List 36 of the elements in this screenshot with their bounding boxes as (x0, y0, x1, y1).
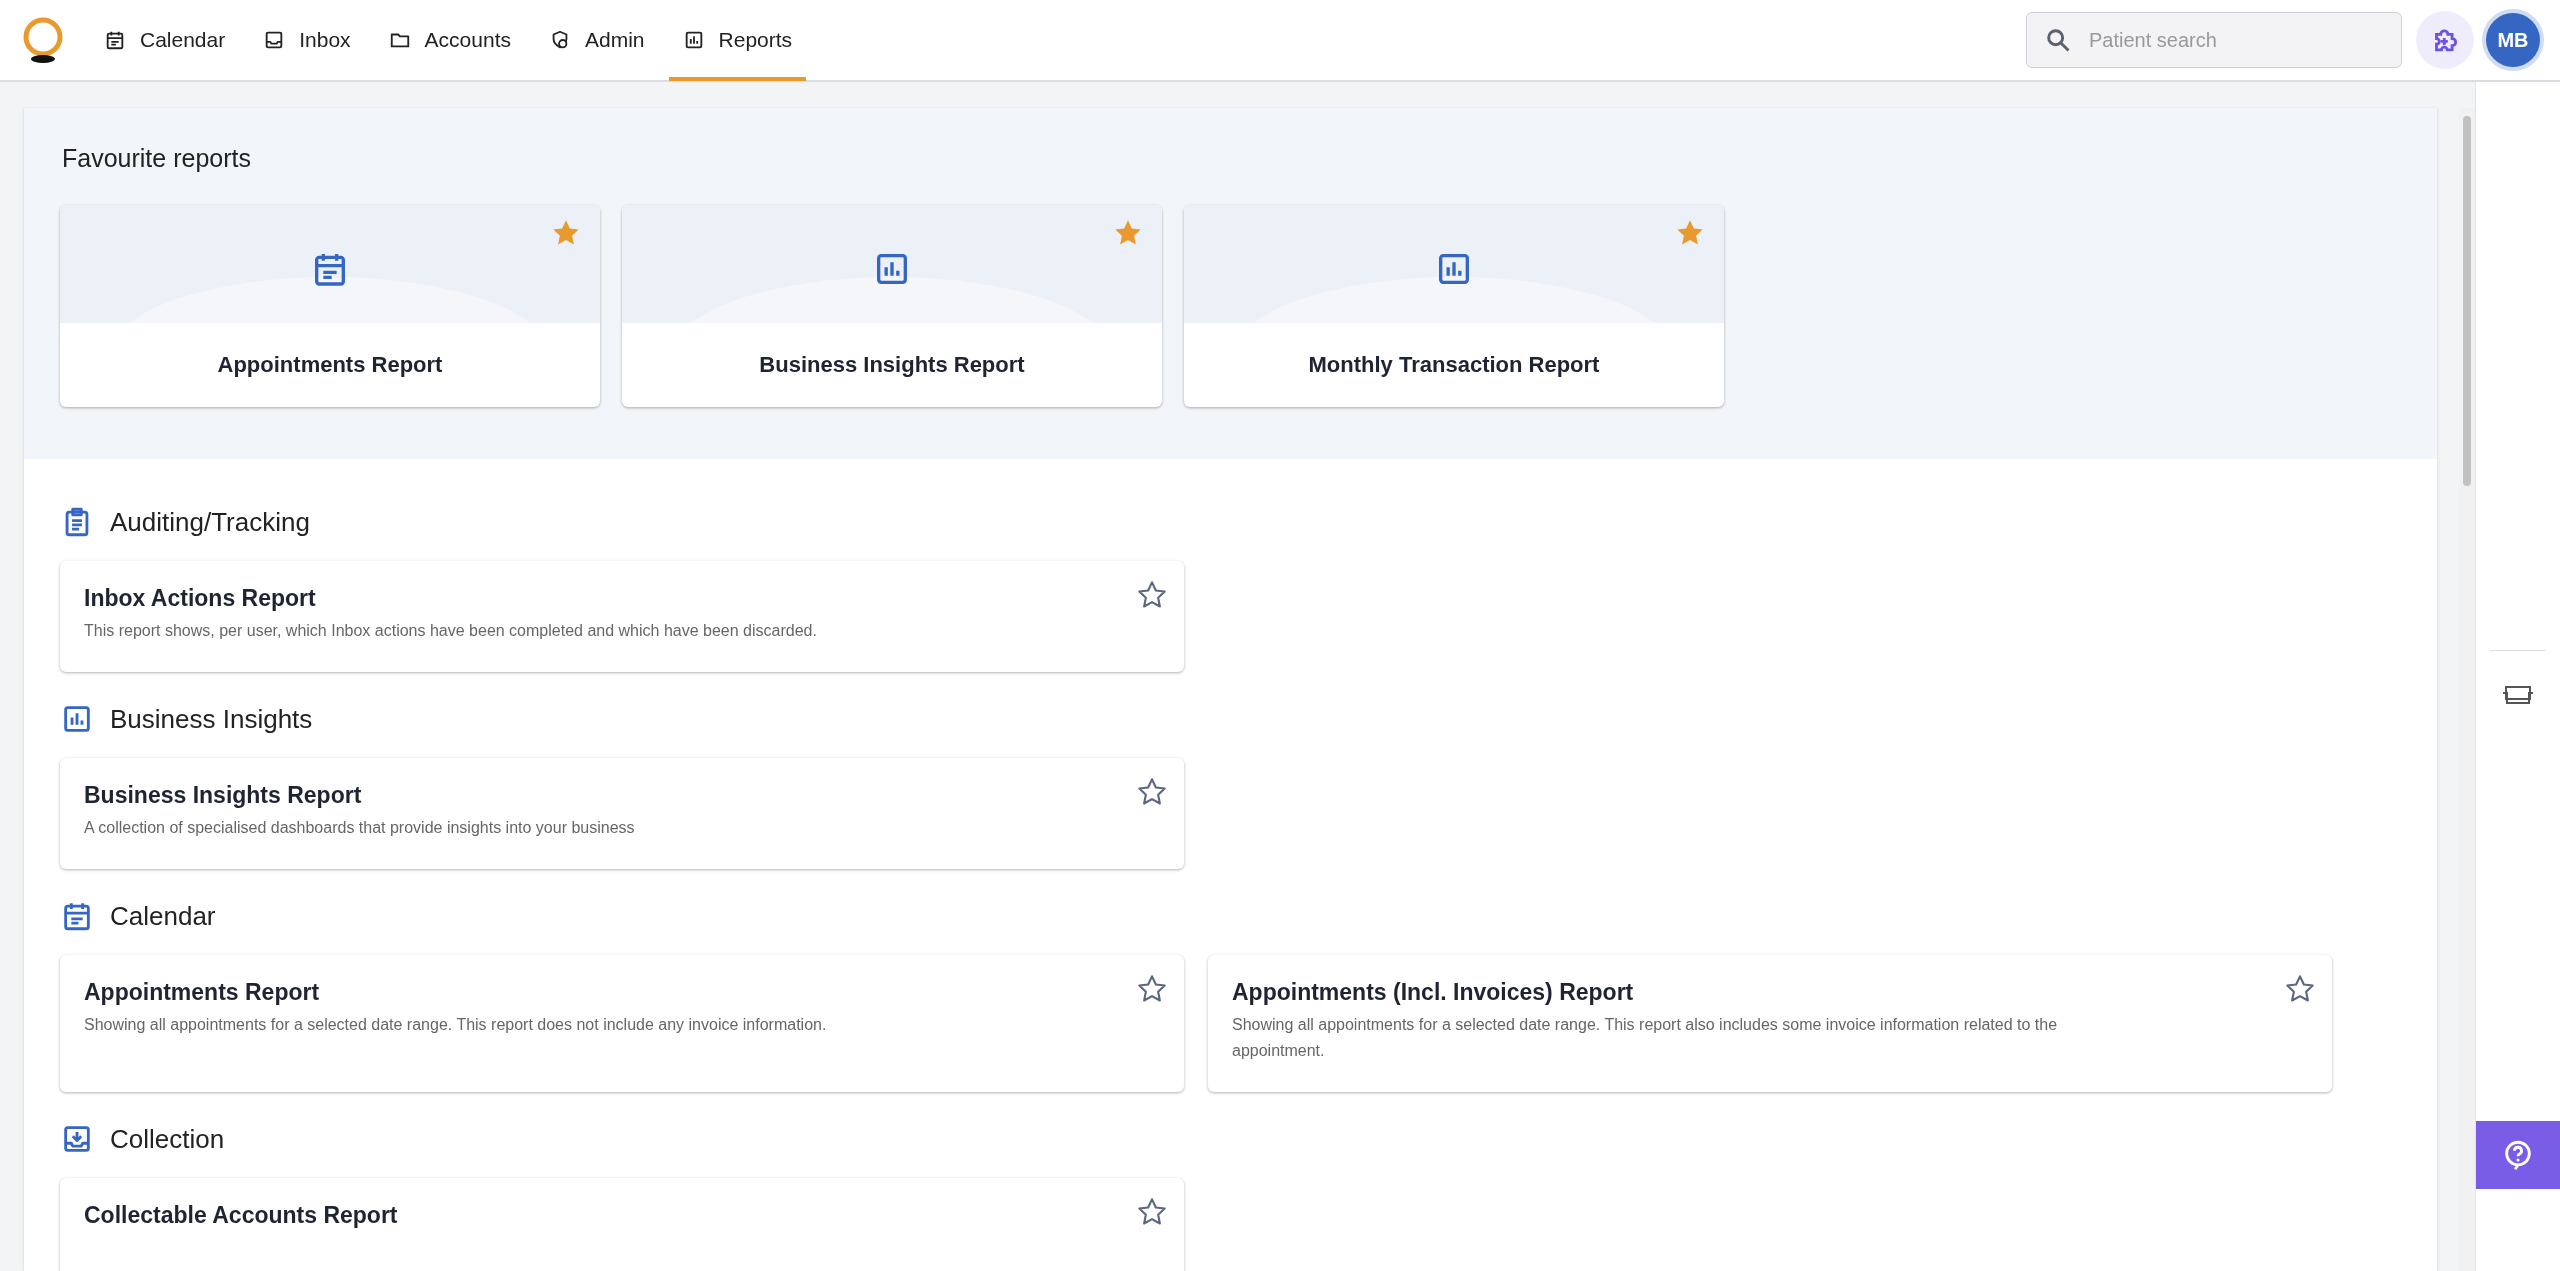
section-title: Business Insights (110, 703, 313, 735)
section-title: Auditing/Tracking (110, 506, 310, 538)
report-card[interactable]: Appointments (Incl. Invoices) Report Showing all appointments for a selected date range. This report also includes some invoice information related to the appointment. (1208, 955, 2332, 1092)
nav-tab[interactable]: Inbox (249, 0, 365, 81)
nav-tab[interactable]: Reports (668, 0, 807, 81)
scrollbar[interactable] (2459, 108, 2475, 1271)
nav-tab[interactable]: Calendar (90, 0, 240, 81)
report-card[interactable]: Business Insights Report A collection of specialised dashboards that provide insights into your business (60, 758, 1184, 869)
search-field[interactable]: Patient search (2026, 12, 2402, 68)
report-description: A collection of specialised dashboards that provide insights into your business (84, 818, 636, 838)
report-title: Appointments Report (84, 979, 321, 1006)
section-title: Collection (110, 1123, 225, 1155)
report-description: This report shows, per user, which Inbox actions have been completed and which have been discarded. (84, 621, 818, 641)
user-avatar[interactable]: MB (2486, 13, 2540, 67)
report-title: Business Insights Report (84, 782, 363, 809)
nav-tab[interactable]: Accounts (374, 0, 525, 81)
report-card[interactable]: Appointments Report (60, 205, 600, 407)
report-card[interactable]: Appointments Report Showing all appointments for a selected date range. This report does not include any invoice information. (60, 955, 1184, 1092)
report-card[interactable]: Monthly Transaction Report (1184, 205, 1724, 407)
report-description: Showing all appointments for a selected date range. This report also includes some invoice information related to the appointment. (1232, 1015, 2059, 1061)
help-button[interactable] (2476, 1121, 2560, 1189)
calendar-icon (104, 29, 126, 51)
card-title: Business Insights Report (758, 351, 1026, 379)
report-card[interactable]: Inbox Actions Report This report shows, per user, which Inbox actions have been completed and which have been discarded. (60, 561, 1184, 672)
report-title: Inbox Actions Report (84, 585, 317, 612)
section-title: Favourite reports (62, 144, 252, 173)
report-title: Collectable Accounts Report (84, 1202, 399, 1229)
report-card[interactable]: Collectable Accounts Report (60, 1178, 1184, 1271)
nav-tab[interactable]: Admin (535, 0, 659, 81)
card-title: Monthly Transaction Report (1307, 351, 1601, 379)
report-description: Showing all appointments for a selected date range. This report does not include any invoice information. (84, 1015, 828, 1035)
report-title: Appointments (Incl. Invoices) Report (1232, 979, 1635, 1006)
section-title: Calendar (110, 900, 216, 932)
search-icon (2044, 26, 2072, 54)
report-card[interactable]: Business Insights Report (622, 205, 1162, 407)
card-title: Appointments Report (216, 351, 444, 379)
